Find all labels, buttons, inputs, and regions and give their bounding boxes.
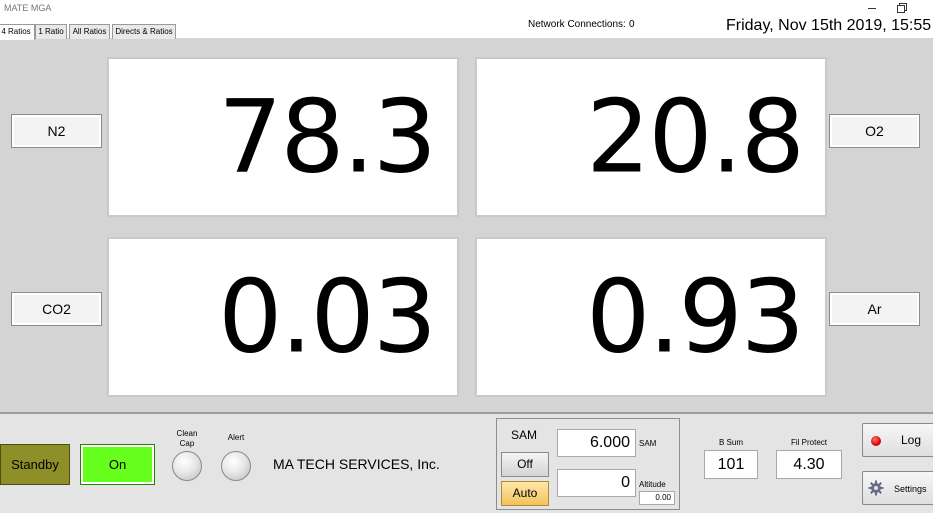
tab-all-ratios[interactable]: All Ratios: [69, 24, 110, 39]
alert-indicator: [221, 451, 251, 481]
bsum-value: 101: [704, 450, 758, 479]
clean-cap-indicator[interactable]: [172, 451, 202, 481]
alert-label: Alert: [227, 433, 245, 442]
tab-directs-ratios[interactable]: Directs & Ratios: [112, 24, 176, 39]
n2-readout: 78.3: [107, 57, 459, 217]
altitude-field[interactable]: 0: [557, 469, 636, 497]
altitude-label: Altitude: [639, 480, 666, 489]
minimize-icon[interactable]: [864, 1, 880, 14]
tab-4-ratios[interactable]: 4 Ratios: [0, 24, 35, 40]
network-connections-label: Network Connections:: [528, 19, 626, 30]
gear-icon: [868, 480, 884, 496]
ar-value: 0.93: [586, 257, 805, 376]
bsum-label: B Sum: [718, 438, 743, 447]
o2-readout: 20.8: [475, 57, 827, 217]
clean-cap-label: Clean Cap: [176, 429, 198, 448]
settings-label: Settings: [894, 484, 927, 494]
ar-readout: 0.93: [475, 237, 827, 397]
settings-button[interactable]: Settings: [862, 471, 933, 505]
ar-label-button[interactable]: Ar: [829, 292, 920, 326]
company-name: MA TECH SERVICES, Inc.: [273, 456, 440, 472]
date-time: Friday, Nov 15th 2019, 15:55: [726, 17, 932, 34]
red-dot-icon: [871, 436, 881, 446]
altitude-sub-field[interactable]: 0.00: [639, 491, 675, 505]
co2-label-button[interactable]: CO2: [11, 292, 102, 326]
network-connections-count: 0: [629, 19, 635, 30]
log-label: Log: [901, 433, 922, 447]
on-button[interactable]: On: [80, 444, 155, 485]
co2-value: 0.03: [218, 257, 437, 376]
standby-button[interactable]: Standby: [0, 444, 70, 485]
sam-off-button[interactable]: Off: [501, 452, 549, 477]
title-bar: [0, 0, 933, 16]
sam-title: SAM: [511, 428, 538, 442]
n2-label-button[interactable]: N2: [11, 114, 102, 148]
app-title: MATE MGA: [4, 3, 52, 13]
restore-icon[interactable]: [893, 1, 909, 14]
o2-value: 20.8: [586, 77, 805, 196]
sam-auto-button[interactable]: Auto: [501, 481, 549, 506]
o2-label-button[interactable]: O2: [829, 114, 920, 148]
fil-protect-label: Fil Protect: [790, 438, 827, 447]
sam-value-field[interactable]: 6.000: [557, 429, 636, 457]
n2-value: 78.3: [218, 77, 437, 196]
tab-1-ratio[interactable]: 1 Ratio: [35, 24, 67, 39]
fil-protect-value: 4.30: [776, 450, 842, 479]
co2-readout: 0.03: [107, 237, 459, 397]
log-button[interactable]: Log: [862, 423, 933, 457]
sam-unit-label: SAM: [639, 439, 657, 448]
